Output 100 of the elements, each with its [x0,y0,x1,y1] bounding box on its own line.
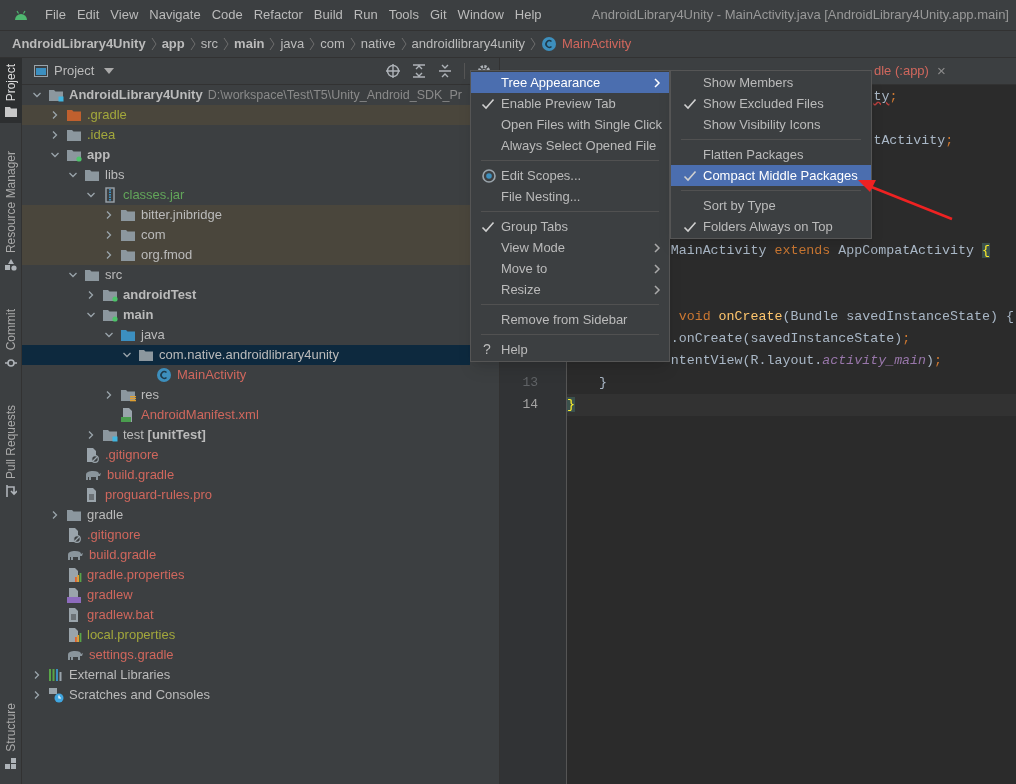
tree-row[interactable]: build.gradle [22,465,470,485]
menu[interactable]: Navigate [149,5,201,25]
menu-item[interactable]: Flatten Packages [671,144,871,165]
tree-row[interactable]: MainActivity [22,365,470,385]
menu-item[interactable]: Folders Always on Top [671,216,871,237]
tree-row[interactable]: build.gradle [22,545,470,565]
tree-row[interactable]: org.fmod [22,245,470,265]
tree-row[interactable]: main [22,305,470,325]
crosshair-icon[interactable] [386,64,400,78]
breadcrumb-item[interactable]: MainActivity [562,34,632,54]
menu-item[interactable]: Show Visibility Icons [671,114,871,135]
expand-all-icon[interactable] [412,64,426,78]
pull-request-icon [5,484,17,497]
menu-item[interactable]: Resize [471,279,669,300]
tree-row[interactable]: gradlew [22,585,470,605]
collapse-all-icon[interactable] [438,64,452,78]
tree-item-label: proguard-rules.pro [105,486,212,505]
tree-row[interactable]: gradle.properties [22,565,470,585]
tree-row[interactable]: bitter.jnibridge [22,205,470,225]
tree-row[interactable]: AndroidManifest.xml [22,405,470,425]
menu[interactable]: Git [430,5,447,25]
breadcrumb-item[interactable]: java [280,34,305,54]
tree-row[interactable]: androidTest [22,285,470,305]
menu-item[interactable]: Remove from Sidebar [471,309,669,330]
menu-item[interactable]: Move to [471,258,669,279]
chevron-right-icon [189,37,196,51]
close-tab-glyph[interactable]: × [936,59,946,83]
code-line: MainActivity extends AppCompatActivity { [670,243,990,259]
menu[interactable]: Window [457,5,504,25]
dropdown-caret-icon[interactable] [104,68,115,74]
tree-row[interactable]: app [22,145,470,165]
menu[interactable]: Code [211,5,243,25]
menu[interactable]: View [110,5,139,25]
tree-row[interactable]: AndroidLibrary4Unity D:\workspace\Test\T5\Unity_Android_SDK_Pr [22,85,470,105]
menu-item[interactable]: Tree Appearance [471,72,669,93]
menu-item[interactable]: Compact Middle Packages [671,165,871,186]
tree-item-label: .idea [87,126,116,145]
tree-row[interactable]: .gitignore [22,525,470,545]
tree-row[interactable]: settings.gradle [22,645,470,665]
menu[interactable]: Help [514,5,542,25]
menu-item[interactable]: Open Files with Single Click [471,114,669,135]
menu-item[interactable]: Sort by Type [671,195,871,216]
tree-row[interactable]: java [22,325,470,345]
tool-window-tab[interactable]: Resource Manager [0,145,22,278]
menu-item[interactable]: Enable Preview Tab [471,93,669,114]
menu[interactable]: Edit [76,5,100,25]
tree-row[interactable]: test [unitTest] [22,425,470,445]
menu-item[interactable]: Show Excluded Files [671,93,871,114]
tree-item-label: src [105,266,123,285]
tree-row[interactable]: External Libraries [22,665,470,685]
menu-item[interactable]: File Nesting... [471,186,669,207]
menu[interactable]: Tools [388,5,419,25]
tree-row[interactable]: .gradle [22,105,470,125]
tree-row[interactable]: Scratches and Consoles [22,685,470,705]
folder-icon [5,107,17,118]
tree-item-label: com [141,226,166,245]
tree-row[interactable]: res [22,385,470,405]
menu-item[interactable]: Show Members [671,72,871,93]
menu[interactable]: File [45,5,66,25]
elephant-icon [66,648,84,662]
editor-tab[interactable]: dle (:app) × [874,59,946,83]
breadcrumb-item[interactable]: androidlibrary4unity [411,34,525,54]
breadcrumb-item[interactable]: AndroidLibrary4Unity [12,34,146,54]
chevron-right-icon [530,37,536,51]
tree-row[interactable]: com [22,225,470,245]
tree-row[interactable]: gradle [22,505,470,525]
menu-item[interactable]: Always Select Opened File [471,135,669,156]
module-folder-icon [102,288,118,302]
breadcrumb-item[interactable]: main [234,34,265,54]
breadcrumb-item[interactable]: app [161,34,185,54]
window-title: AndroidLibrary4Unity - MainActivity.java [AndroidLibrary4Unity.app.main] [591,6,1009,25]
folder-icon [84,268,100,282]
tree-row[interactable]: libs [22,165,470,185]
tool-window-tab[interactable]: Commit [0,303,22,375]
menu[interactable]: Refactor [253,5,303,25]
tree-row[interactable]: .gitignore [22,445,470,465]
tree-item-label: .gitignore [87,526,141,545]
tree-row[interactable]: proguard-rules.pro [22,485,470,505]
menu-item[interactable]: Edit Scopes... [471,165,669,186]
breadcrumb-item[interactable]: src [200,34,219,54]
chevron-right-icon [269,37,276,51]
tool-window-tab[interactable]: Pull Requests [0,398,22,503]
tree-item-label: local.properties [87,626,176,645]
tool-window-tab[interactable]: Structure [0,697,22,776]
menu[interactable]: Build [313,5,343,25]
breadcrumb-item[interactable]: com [320,34,345,54]
menu-item[interactable]: View Mode [471,237,669,258]
tree-row[interactable]: src [22,265,470,285]
chevron-right-icon [400,37,407,51]
panel-title[interactable]: Project [54,61,95,81]
tree-row[interactable]: com.native.androidlibrary4unity [22,345,470,365]
tree-row[interactable]: .idea [22,125,470,145]
tool-window-tab[interactable]: Project [0,58,22,124]
tree-row[interactable]: local.properties [22,625,470,645]
tree-row[interactable]: gradlew.bat [22,605,470,625]
menu-item[interactable]: ? Help [471,339,669,360]
breadcrumb-item[interactable]: native [360,34,396,54]
menu-item[interactable]: Group Tabs [471,216,669,237]
menu[interactable]: Run [353,5,378,25]
tree-row[interactable]: classes.jar [22,185,470,205]
